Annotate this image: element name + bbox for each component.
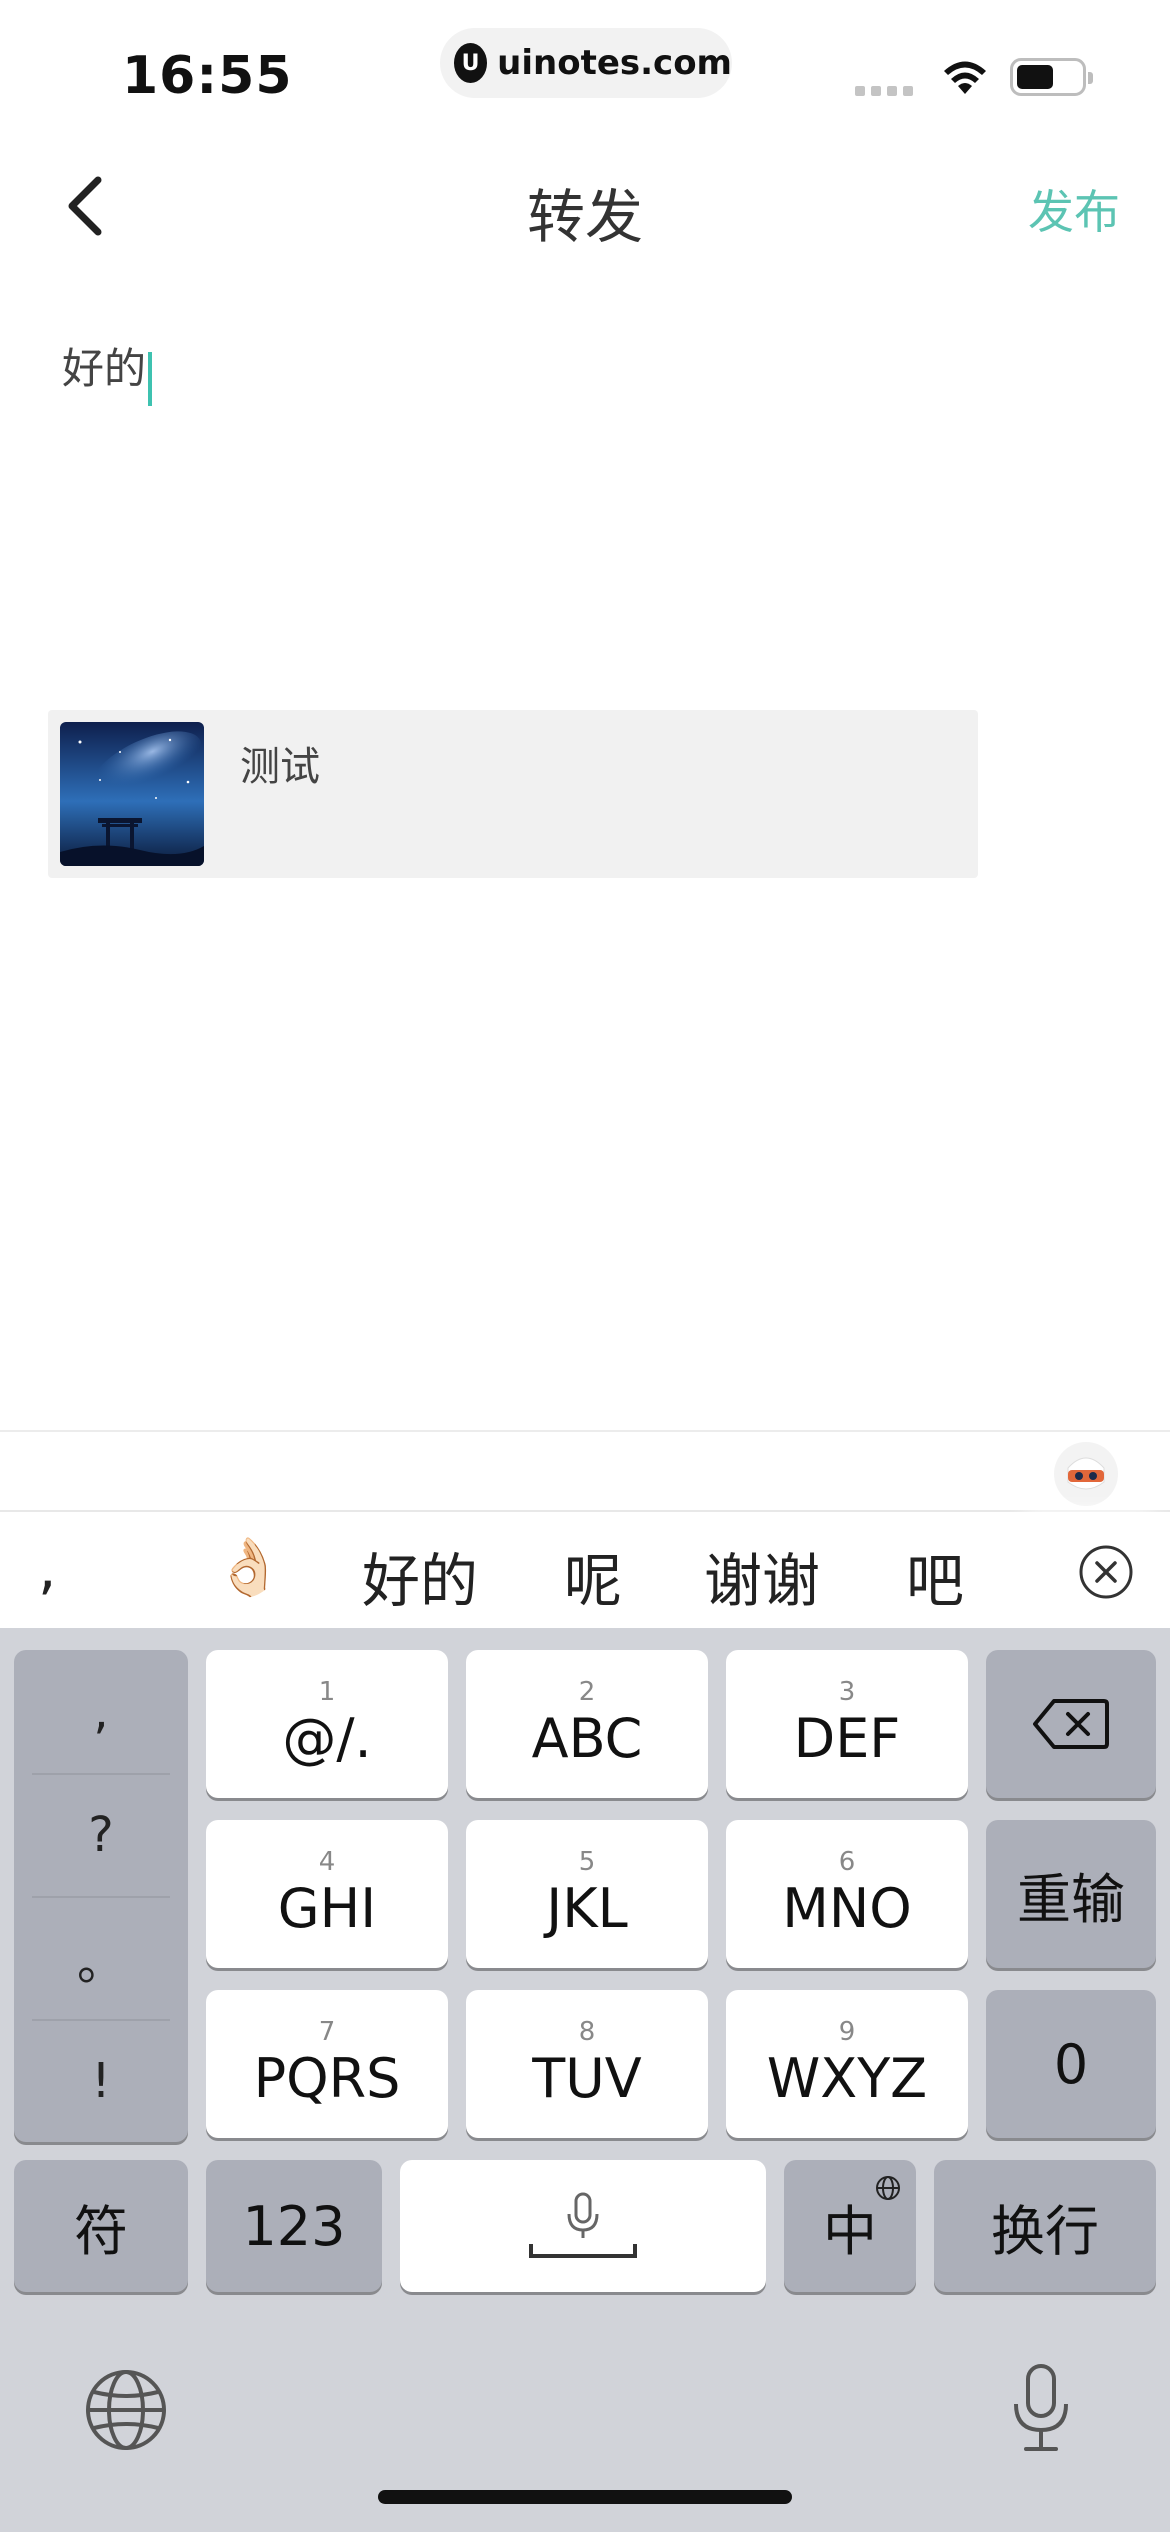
post-thumbnail — [60, 722, 204, 866]
key-number: 8 — [578, 2017, 596, 2047]
page-title: 转发 — [526, 183, 643, 251]
reenter-label: 重输 — [1017, 1867, 1125, 1931]
close-circle-icon[interactable] — [1078, 1544, 1134, 1600]
key-letters: JKL — [546, 1877, 628, 1940]
key-number: 4 — [318, 1847, 336, 1877]
candidate-item[interactable]: 谢谢 — [704, 1534, 820, 1618]
key-letters: @/. — [282, 1707, 372, 1770]
candidate-item[interactable]: , — [38, 1534, 56, 1602]
key-letters: ABC — [531, 1707, 643, 1770]
url-pill[interactable]: U uinotes.com — [440, 28, 732, 98]
url-text: uinotes.com — [497, 43, 732, 83]
backspace-key[interactable] — [986, 1650, 1156, 1798]
input-assistant-icon[interactable] — [1054, 1442, 1118, 1506]
key-5[interactable]: 5 JKL — [466, 1820, 708, 1968]
symbols-key[interactable]: 符 — [14, 2160, 188, 2292]
key-1[interactable]: 1 @/. — [206, 1650, 448, 1798]
key-letters: MNO — [782, 1877, 912, 1940]
key-9[interactable]: 9 WXYZ — [726, 1990, 968, 2138]
text-caret — [148, 351, 153, 406]
key-number: 9 — [838, 2017, 856, 2047]
key-number: 5 — [578, 1847, 596, 1877]
key-letters: WXYZ — [766, 2047, 928, 2110]
site-logo-icon: U — [454, 43, 488, 83]
key-letters: DEF — [793, 1707, 901, 1770]
punctuation-key[interactable]: ? — [14, 1773, 188, 1896]
status-time: 16:55 — [122, 46, 293, 106]
candidate-item[interactable]: 👌🏻 — [214, 1534, 284, 1600]
keyboard-accessory-bar — [0, 1430, 1170, 1510]
candidate-item[interactable]: 好的 — [362, 1534, 478, 1618]
site-logo-letter: U — [461, 50, 480, 76]
publish-button[interactable]: 发布 — [1028, 176, 1120, 242]
space-mic-icon — [529, 2192, 637, 2258]
reenter-key[interactable]: 重输 — [986, 1820, 1156, 1968]
punctuation-column: , ? 。 ! — [14, 1650, 188, 2142]
numbers-label: 123 — [242, 2194, 346, 2258]
numbers-key[interactable]: 123 — [206, 2160, 382, 2292]
punctuation-key[interactable]: ! — [14, 2019, 188, 2142]
backspace-icon — [1033, 1699, 1109, 1749]
symbols-label: 符 — [74, 2199, 128, 2263]
shared-post-card[interactable]: 测试 — [48, 710, 978, 878]
small-globe-icon — [876, 2176, 900, 2200]
candidate-item[interactable]: 呢 — [564, 1534, 622, 1618]
key-number: 6 — [838, 1847, 856, 1877]
key-letters: GHI — [277, 1877, 377, 1940]
language-key[interactable]: 中 — [784, 2160, 916, 2292]
key-6[interactable]: 6 MNO — [726, 1820, 968, 1968]
key-4[interactable]: 4 GHI — [206, 1820, 448, 1968]
input-text-value: 好的 — [62, 344, 147, 393]
candidate-item[interactable]: 吧 — [906, 1534, 964, 1618]
nine-key-keyboard: , ? 。 ! 1 @/. 2 ABC 3 DEF 4 GHI 5 JKL 6 … — [0, 1628, 1170, 2532]
battery-icon — [1010, 58, 1093, 96]
wifi-icon — [944, 61, 986, 94]
key-number: 3 — [838, 1677, 856, 1707]
key-letters: PQRS — [253, 2047, 401, 2110]
key-8[interactable]: 8 TUV — [466, 1990, 708, 2138]
return-label: 换行 — [991, 2199, 1099, 2263]
space-key[interactable] — [400, 2160, 766, 2292]
status-bar: 16:55 U uinotes.com — [0, 0, 1170, 130]
dictation-mic-icon[interactable] — [1006, 2362, 1076, 2454]
cellular-signal-icon — [855, 86, 913, 96]
key-2[interactable]: 2 ABC — [466, 1650, 708, 1798]
key-number: 7 — [318, 2017, 336, 2047]
punctuation-key[interactable]: 。 — [14, 1896, 188, 2019]
key-7[interactable]: 7 PQRS — [206, 1990, 448, 2138]
nav-bar: 转发 发布 — [0, 150, 1170, 260]
candidate-bar: , 👌🏻 好的 呢 谢谢 吧 — [0, 1510, 1170, 1630]
punctuation-key[interactable]: , — [14, 1650, 188, 1773]
key-3[interactable]: 3 DEF — [726, 1650, 968, 1798]
zero-label: 0 — [1053, 2032, 1089, 2096]
key-letters: TUV — [532, 2047, 642, 2110]
repost-text-input[interactable]: 好的 — [62, 335, 1112, 455]
globe-icon[interactable] — [84, 2368, 168, 2452]
zero-key[interactable]: 0 — [986, 1990, 1156, 2138]
shared-post-title: 测试 — [240, 744, 320, 790]
home-indicator — [378, 2490, 792, 2504]
language-label: 中 — [823, 2199, 877, 2263]
return-key[interactable]: 换行 — [934, 2160, 1156, 2292]
key-number: 2 — [578, 1677, 596, 1707]
key-number: 1 — [318, 1677, 336, 1707]
